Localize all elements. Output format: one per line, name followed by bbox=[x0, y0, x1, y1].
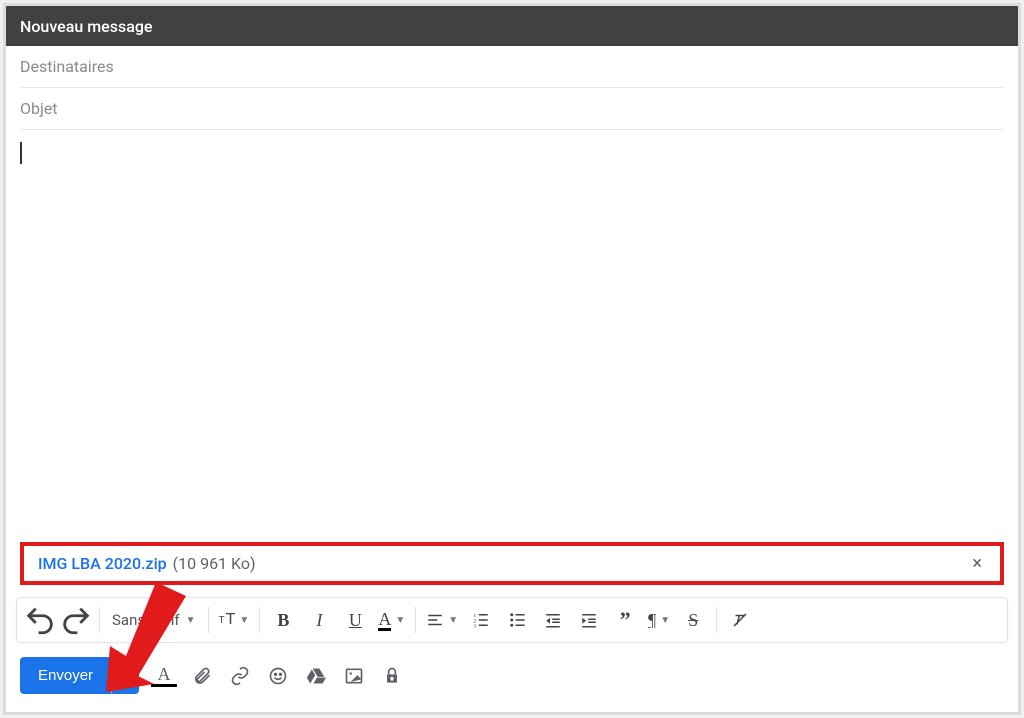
indent-less-button[interactable] bbox=[536, 603, 570, 637]
separator bbox=[259, 607, 260, 633]
chevron-down-icon: ▼ bbox=[395, 615, 405, 626]
subject-placeholder: Objet bbox=[20, 99, 58, 118]
separator bbox=[99, 607, 100, 633]
text-color-button[interactable]: A ▼ bbox=[374, 603, 409, 637]
formatting-toggle-button[interactable]: A bbox=[151, 665, 177, 687]
bottom-toolbar: Envoyer A bbox=[6, 643, 1018, 712]
recipients-field[interactable]: Destinataires bbox=[20, 46, 1004, 88]
strikethrough-button[interactable]: S bbox=[676, 603, 710, 637]
insert-image-button[interactable] bbox=[341, 663, 367, 689]
message-body[interactable] bbox=[6, 130, 1018, 542]
recipients-placeholder: Destinataires bbox=[20, 57, 114, 76]
text-direction-button[interactable]: ¶ ▼ bbox=[644, 603, 674, 637]
undo-button[interactable] bbox=[23, 603, 57, 637]
attachment-filename: IMG LBA 2020.zip bbox=[38, 554, 167, 573]
align-button[interactable]: ▼ bbox=[422, 603, 462, 637]
redo-button[interactable] bbox=[59, 603, 93, 637]
send-options-button[interactable] bbox=[111, 657, 139, 694]
bullet-list-button[interactable] bbox=[500, 603, 534, 637]
attachment-filesize: (10 961 Ko) bbox=[173, 554, 256, 573]
chevron-down-icon: ▼ bbox=[660, 615, 670, 626]
indent-more-button[interactable] bbox=[572, 603, 606, 637]
insert-link-button[interactable] bbox=[227, 663, 253, 689]
titlebar: Nouveau message bbox=[6, 6, 1018, 46]
compose-window: Nouveau message Destinataires Objet IMG … bbox=[3, 3, 1021, 715]
font-family-label: Sans Serif bbox=[112, 611, 180, 629]
separator bbox=[208, 607, 209, 633]
insert-drive-button[interactable] bbox=[303, 663, 329, 689]
numbered-list-button[interactable]: 123 bbox=[464, 603, 498, 637]
separator bbox=[415, 607, 416, 633]
chevron-down-icon bbox=[121, 673, 131, 679]
italic-button[interactable]: I bbox=[302, 603, 336, 637]
font-family-select[interactable]: Sans Serif ▼ bbox=[106, 611, 202, 629]
confidential-mode-button[interactable] bbox=[379, 663, 405, 689]
quote-button[interactable]: ” bbox=[608, 603, 642, 637]
insert-emoji-button[interactable] bbox=[265, 663, 291, 689]
text-cursor bbox=[20, 142, 22, 164]
attach-file-button[interactable] bbox=[189, 663, 215, 689]
font-size-button[interactable]: TT ▼ bbox=[215, 603, 254, 637]
chevron-down-icon: ▼ bbox=[186, 615, 196, 626]
attachment-zone: IMG LBA 2020.zip (10 961 Ko) × bbox=[20, 542, 1004, 585]
attachment-row[interactable]: IMG LBA 2020.zip (10 961 Ko) × bbox=[32, 554, 992, 573]
send-button-group: Envoyer bbox=[20, 657, 139, 694]
remove-attachment-button[interactable]: × bbox=[972, 555, 982, 573]
attachment-highlight-box: IMG LBA 2020.zip (10 961 Ko) × bbox=[20, 542, 1004, 585]
underline-button[interactable]: U bbox=[338, 603, 372, 637]
bold-button[interactable]: B bbox=[266, 603, 300, 637]
separator bbox=[716, 607, 717, 633]
window-title: Nouveau message bbox=[20, 17, 152, 36]
subject-field[interactable]: Objet bbox=[20, 88, 1004, 130]
svg-text:3: 3 bbox=[474, 624, 477, 630]
chevron-down-icon: ▼ bbox=[448, 615, 458, 626]
clear-formatting-button[interactable] bbox=[723, 603, 757, 637]
format-toolbar: Sans Serif ▼ TT ▼ B I U A ▼ ▼ 123 ” ¶ ▼ … bbox=[16, 597, 1008, 643]
header-fields: Destinataires Objet bbox=[6, 46, 1018, 130]
send-button[interactable]: Envoyer bbox=[20, 657, 111, 694]
chevron-down-icon: ▼ bbox=[239, 615, 249, 626]
